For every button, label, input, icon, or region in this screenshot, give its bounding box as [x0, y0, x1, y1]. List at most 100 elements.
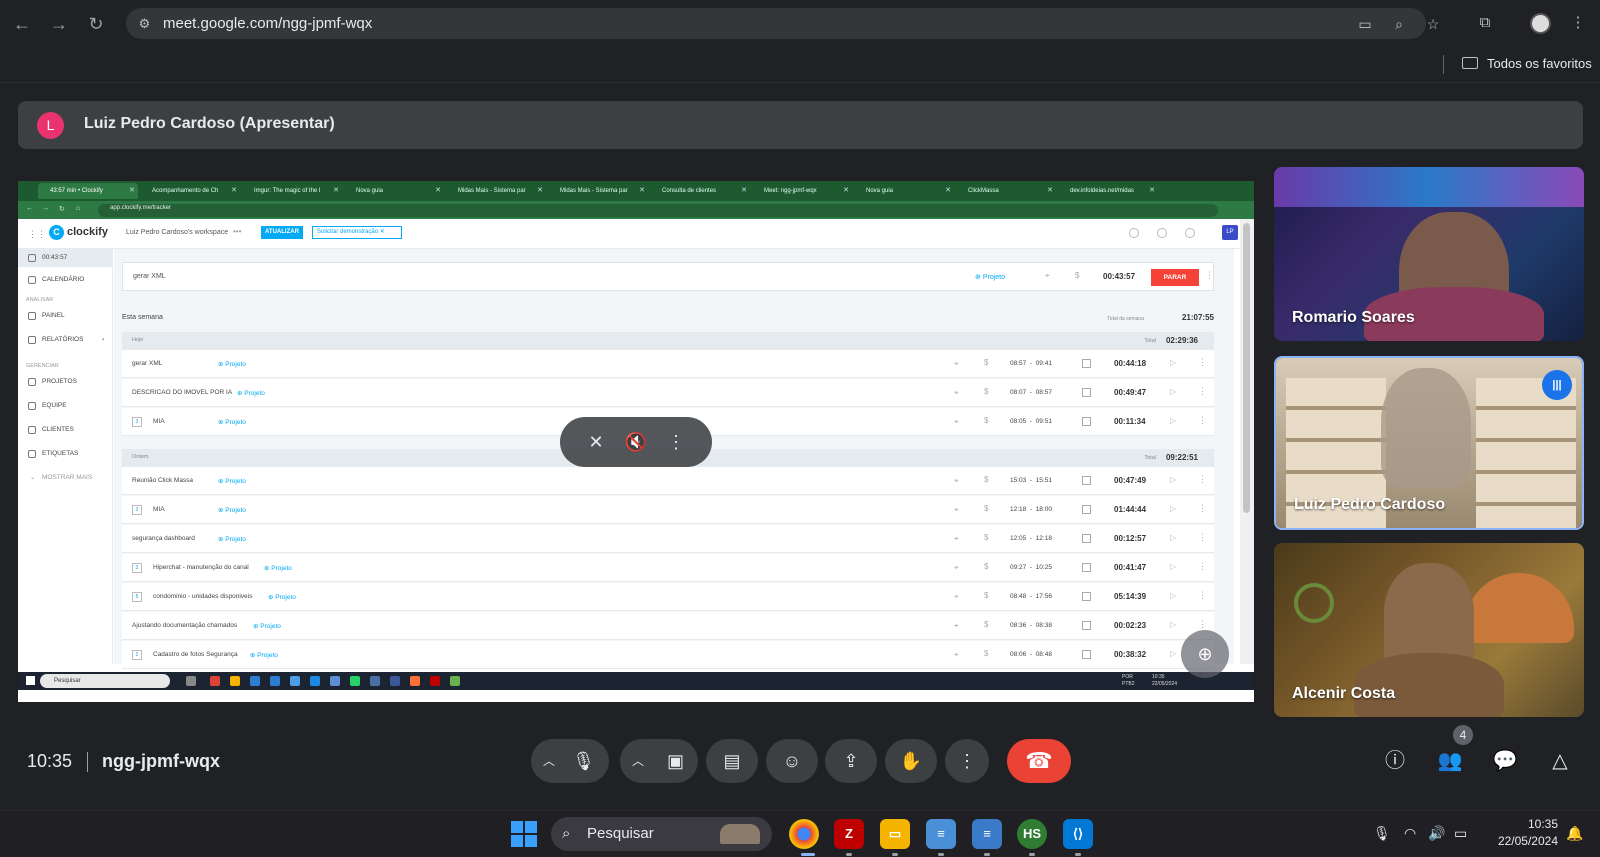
file-explorer-icon[interactable]: ▭ [880, 819, 910, 849]
entry-range: 12:18 - 18:00 [1010, 506, 1052, 513]
participant-tile[interactable]: Alcenir Costa [1274, 543, 1584, 717]
forward-icon[interactable]: → [47, 12, 71, 36]
extensions-icon[interactable]: ⧉ [1474, 12, 1496, 34]
entry-count-badge: 5 [132, 592, 142, 602]
participant-tile[interactable]: ||| Luiz Pedro Cardoso [1274, 356, 1584, 530]
taskbar-clock[interactable]: 10:35 22/05/2024 [1492, 816, 1558, 850]
address-bar[interactable]: ⚙ meet.google.com/ngg-jpmf-wqx ▭ ⌕ ☆ [126, 8, 1439, 39]
tag-icon: ⌖ [954, 359, 959, 368]
zoom-in-icon[interactable]: ⊕ [1181, 630, 1229, 678]
presenter-title: Luiz Pedro Cardoso (Apresentar) [84, 115, 335, 132]
notepad-icon[interactable]: ≡ [926, 819, 956, 849]
active-app-indicator [801, 853, 815, 856]
vscode-icon[interactable]: ⟨⟩ [1063, 819, 1093, 849]
entry-range: 09:27 - 10:25 [1010, 564, 1052, 571]
mic-control[interactable]: ︿ 🎙 [531, 739, 609, 783]
billable-icon: $ [984, 416, 989, 425]
camera-control[interactable]: ︿ ▣ [620, 739, 698, 783]
address-url[interactable]: meet.google.com/ngg-jpmf-wqx [163, 15, 372, 32]
entry-duration: 05:14:39 [1114, 592, 1147, 601]
entry-range: 08:48 - 17:56 [1010, 593, 1052, 600]
chevron-up-icon[interactable]: ︿ [632, 739, 644, 783]
app-indicator [984, 853, 990, 856]
calendar-icon [1082, 592, 1091, 601]
calendar-icon [1082, 359, 1091, 368]
more-options-button[interactable]: ⋮ [945, 739, 989, 783]
zoom-icon[interactable]: ⌕ [1390, 15, 1408, 33]
hang-up-icon: ☎ [1025, 748, 1053, 773]
sidebar-item-tags: ETIQUETAS [18, 445, 113, 463]
meeting-clock: 10:35 [27, 751, 73, 771]
all-bookmarks-label: Todos os favoritos [1487, 56, 1592, 71]
microphone-tray-icon[interactable]: 🎙 [1373, 825, 1391, 842]
entry-project: ⊕ Projeto [218, 419, 246, 426]
shared-forward-icon: → [42, 205, 49, 212]
timer-bar: gerar XML ⊕ Projeto ⌖ $ 00:43:57 PARAR ⋮ [122, 262, 1214, 291]
windows-taskbar: ⌕ Pesquisar Z ▭ ≡ ≡ HS ⟨⟩ 🎙 ◠ 🔊 ▭ 10:35 … [0, 810, 1600, 857]
week-summary: Esta semana Total da semana 21:07:55 [122, 312, 1214, 326]
entry-count-badge: 2 [132, 650, 142, 660]
back-icon[interactable]: ← [10, 12, 34, 36]
time-entry-row: segurança dashboard ⊕ Projeto ⌖ $ 12:05 -… [122, 525, 1214, 553]
time-entry-row: 2 MIA ⊕ Projeto ⌖ $ 12:18 - 18:00 01:44:4… [122, 496, 1214, 524]
sidebar-item-projects: PROJETOS [18, 373, 113, 391]
notification-bell-icon[interactable]: 🔔 [1566, 825, 1583, 842]
reactions-button[interactable]: ☺ [766, 739, 818, 783]
filezilla-icon[interactable]: Z [834, 819, 864, 849]
calendar-icon [1082, 621, 1091, 630]
calendar-icon [1082, 476, 1091, 485]
menu-icon[interactable]: ⋮ [1567, 12, 1589, 34]
participant-name: Romario Soares [1292, 309, 1415, 326]
captions-button[interactable]: ▤ [706, 739, 758, 783]
sidebar-section-manage: GERENCIAR [26, 363, 59, 369]
team-icon [28, 402, 36, 410]
star-icon[interactable]: ☆ [1424, 15, 1442, 33]
app-indicator [892, 853, 898, 856]
video-camera-icon[interactable]: ▣ [667, 739, 684, 783]
raise-hand-button[interactable]: ✋ [885, 739, 937, 783]
participant-name: Luiz Pedro Cardoso [1294, 496, 1446, 513]
week-total-label: Total da semana [1107, 316, 1144, 322]
tune-icon[interactable]: ⚙ [136, 15, 153, 32]
participant-tile[interactable]: Romario Soares [1274, 167, 1584, 341]
volume-icon[interactable]: 🔊 [1428, 825, 1445, 842]
camera-icon[interactable]: ▭ [1356, 15, 1374, 33]
workspace-name: Luiz Pedro Cardoso's workspace [126, 229, 229, 236]
week-total: 21:07:55 [1181, 313, 1214, 322]
more-icon: ⋮ [1198, 386, 1207, 396]
all-bookmarks-button[interactable]: Todos os favoritos [1462, 56, 1592, 71]
time-entry-row: Ajustando documentação chamados ⊕ Projet… [122, 612, 1214, 640]
calendar-icon [1082, 388, 1091, 397]
present-button[interactable]: ⇪ [825, 739, 877, 783]
entry-count-badge: 2 [132, 563, 142, 573]
play-icon: ▷ [1170, 620, 1177, 629]
time-entry-row: 2 Cadastro de fotos Segurança ⊕ Projeto … [122, 641, 1214, 669]
heidisql-icon[interactable]: HS [1017, 819, 1047, 849]
participant-count-badge: 4 [1453, 725, 1473, 745]
notepad-icon [450, 676, 460, 686]
mute-icon[interactable]: 🔇 [624, 430, 648, 454]
unpin-icon[interactable]: ✕ [584, 430, 608, 454]
end-call-button[interactable]: ☎ [1007, 739, 1071, 783]
windows-start-icon[interactable] [511, 821, 537, 847]
activities-icon[interactable]: △ [1547, 748, 1573, 774]
battery-icon[interactable]: ▭ [1454, 825, 1467, 842]
sidebar-show-more: ⌄ MOSTRAR MAIS [18, 469, 113, 487]
entry-description: Reunião Click Massa [132, 477, 194, 484]
meeting-info-icon[interactable]: ⓘ [1382, 748, 1408, 774]
more-options-icon[interactable]: ⋮ [664, 430, 688, 454]
tag-icon: ⌖ [954, 563, 959, 572]
chrome-icon[interactable] [789, 819, 819, 849]
profile-avatar[interactable] [1530, 13, 1551, 34]
taskbar-search[interactable]: ⌕ Pesquisar [551, 817, 772, 851]
wifi-icon[interactable]: ◠ [1404, 825, 1416, 842]
chat-icon[interactable]: 💬 [1492, 748, 1518, 774]
presenter-controls-overlay: ✕ 🔇 ⋮ [560, 417, 712, 467]
filezilla-icon [430, 676, 440, 686]
billable-icon: $ [984, 533, 989, 542]
chevron-up-icon[interactable]: ︿ [543, 739, 555, 783]
people-icon[interactable]: 👥 [1437, 748, 1463, 774]
reload-icon[interactable]: ↻ [84, 12, 108, 36]
microphone-icon[interactable]: 🎙 [572, 739, 595, 783]
notepad-icon[interactable]: ≡ [972, 819, 1002, 849]
